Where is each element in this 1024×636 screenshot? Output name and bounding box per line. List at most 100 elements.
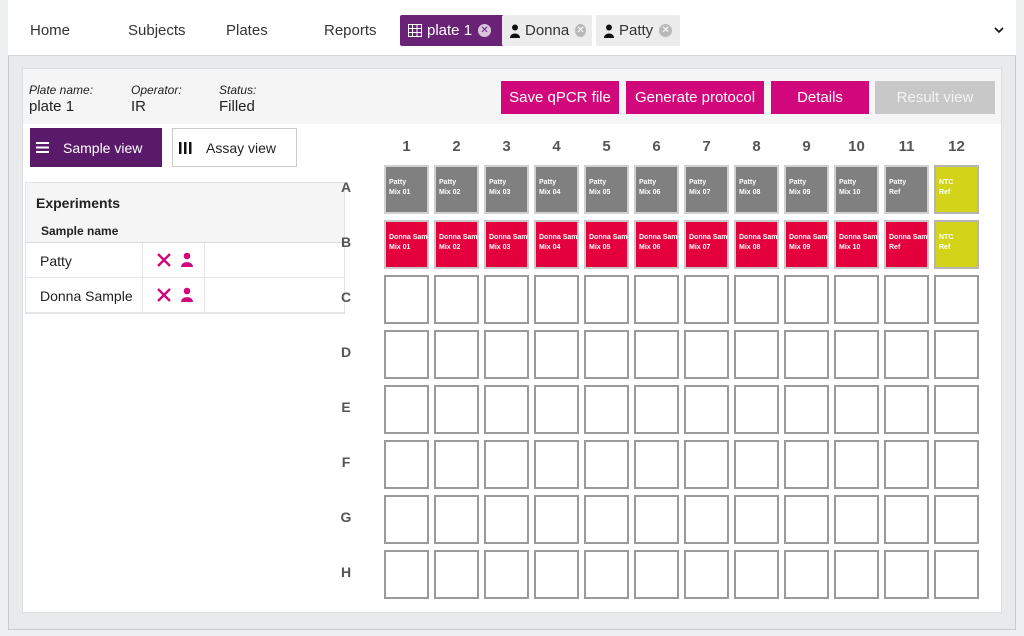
details-button[interactable]: Details — [771, 81, 869, 114]
well-G1[interactable] — [384, 495, 429, 544]
well-C1[interactable] — [384, 275, 429, 324]
well-E5[interactable] — [584, 385, 629, 434]
tab-plate-1[interactable]: plate 1 ✕ — [400, 15, 506, 46]
generate-protocol-button[interactable]: Generate protocol — [626, 81, 764, 114]
result-view-button[interactable]: Result view — [875, 81, 995, 114]
well-F6[interactable] — [634, 440, 679, 489]
well-G8[interactable] — [734, 495, 779, 544]
well-D4[interactable] — [534, 330, 579, 379]
well-E3[interactable] — [484, 385, 529, 434]
well-B10[interactable]: Donna Sam Mix 10 — [834, 220, 879, 269]
well-B5[interactable]: Donna Sam Mix 05 — [584, 220, 629, 269]
well-E7[interactable] — [684, 385, 729, 434]
well-B8[interactable]: Donna Sam Mix 08 — [734, 220, 779, 269]
well-F9[interactable] — [784, 440, 829, 489]
experiment-row[interactable]: Donna Sample — [26, 278, 344, 313]
well-D6[interactable] — [634, 330, 679, 379]
well-H5[interactable] — [584, 550, 629, 599]
well-G9[interactable] — [784, 495, 829, 544]
sample-view-button[interactable]: Sample view — [30, 128, 162, 167]
well-E9[interactable] — [784, 385, 829, 434]
well-H2[interactable] — [434, 550, 479, 599]
well-D7[interactable] — [684, 330, 729, 379]
well-C9[interactable] — [784, 275, 829, 324]
well-E10[interactable] — [834, 385, 879, 434]
person-icon[interactable] — [181, 252, 195, 268]
well-C10[interactable] — [834, 275, 879, 324]
well-G12[interactable] — [934, 495, 979, 544]
nav-reports[interactable]: Reports — [324, 22, 377, 39]
well-C2[interactable] — [434, 275, 479, 324]
well-A9[interactable]: Patty Mix 09 — [784, 165, 829, 214]
well-E2[interactable] — [434, 385, 479, 434]
well-B2[interactable]: Donna Sam Mix 02 — [434, 220, 479, 269]
well-B1[interactable]: Donna Sam Mix 01 — [384, 220, 429, 269]
close-tab-icon[interactable]: ✕ — [478, 24, 492, 37]
nav-home[interactable]: Home — [30, 22, 70, 39]
well-E12[interactable] — [934, 385, 979, 434]
well-B4[interactable]: Donna Sam Mix 04 — [534, 220, 579, 269]
well-A5[interactable]: Patty Mix 05 — [584, 165, 629, 214]
well-B6[interactable]: Donna Sam Mix 06 — [634, 220, 679, 269]
well-A1[interactable]: Patty Mix 01 — [384, 165, 429, 214]
well-H6[interactable] — [634, 550, 679, 599]
well-E1[interactable] — [384, 385, 429, 434]
well-D10[interactable] — [834, 330, 879, 379]
well-A4[interactable]: Patty Mix 04 — [534, 165, 579, 214]
well-F10[interactable] — [834, 440, 879, 489]
close-tab-icon[interactable]: ✕ — [659, 24, 673, 37]
well-E6[interactable] — [634, 385, 679, 434]
well-F12[interactable] — [934, 440, 979, 489]
well-H12[interactable] — [934, 550, 979, 599]
tab-donna[interactable]: Donna ✕ — [502, 15, 592, 46]
well-B11[interactable]: Donna Sam Ref — [884, 220, 929, 269]
well-D5[interactable] — [584, 330, 629, 379]
well-A8[interactable]: Patty Mix 08 — [734, 165, 779, 214]
well-G4[interactable] — [534, 495, 579, 544]
well-H3[interactable] — [484, 550, 529, 599]
well-E4[interactable] — [534, 385, 579, 434]
well-G10[interactable] — [834, 495, 879, 544]
person-icon[interactable] — [181, 287, 195, 303]
well-F1[interactable] — [384, 440, 429, 489]
well-F5[interactable] — [584, 440, 629, 489]
well-F7[interactable] — [684, 440, 729, 489]
well-A6[interactable]: Patty Mix 06 — [634, 165, 679, 214]
nav-subjects[interactable]: Subjects — [128, 22, 186, 39]
well-B7[interactable]: Donna Sam Mix 07 — [684, 220, 729, 269]
well-H4[interactable] — [534, 550, 579, 599]
well-B3[interactable]: Donna Sam Mix 03 — [484, 220, 529, 269]
well-D3[interactable] — [484, 330, 529, 379]
well-D11[interactable] — [884, 330, 929, 379]
tab-patty[interactable]: Patty ✕ — [596, 15, 680, 46]
well-H9[interactable] — [784, 550, 829, 599]
well-G3[interactable] — [484, 495, 529, 544]
well-D2[interactable] — [434, 330, 479, 379]
well-E11[interactable] — [884, 385, 929, 434]
assay-view-button[interactable]: Assay view — [172, 128, 297, 167]
well-F2[interactable] — [434, 440, 479, 489]
well-D9[interactable] — [784, 330, 829, 379]
well-G11[interactable] — [884, 495, 929, 544]
well-E8[interactable] — [734, 385, 779, 434]
well-F4[interactable] — [534, 440, 579, 489]
well-B12[interactable]: NTC Ref — [934, 220, 979, 269]
well-H11[interactable] — [884, 550, 929, 599]
chevron-down-icon[interactable] — [993, 23, 1007, 37]
well-G6[interactable] — [634, 495, 679, 544]
well-A10[interactable]: Patty Mix 10 — [834, 165, 879, 214]
well-C8[interactable] — [734, 275, 779, 324]
well-C6[interactable] — [634, 275, 679, 324]
remove-icon[interactable] — [156, 287, 172, 303]
well-G5[interactable] — [584, 495, 629, 544]
nav-plates[interactable]: Plates — [226, 22, 268, 39]
well-A11[interactable]: Patty Ref — [884, 165, 929, 214]
well-C12[interactable] — [934, 275, 979, 324]
well-B9[interactable]: Donna Sam Mix 09 — [784, 220, 829, 269]
close-tab-icon[interactable]: ✕ — [575, 24, 586, 37]
well-C5[interactable] — [584, 275, 629, 324]
well-H7[interactable] — [684, 550, 729, 599]
well-C11[interactable] — [884, 275, 929, 324]
well-F11[interactable] — [884, 440, 929, 489]
well-C4[interactable] — [534, 275, 579, 324]
